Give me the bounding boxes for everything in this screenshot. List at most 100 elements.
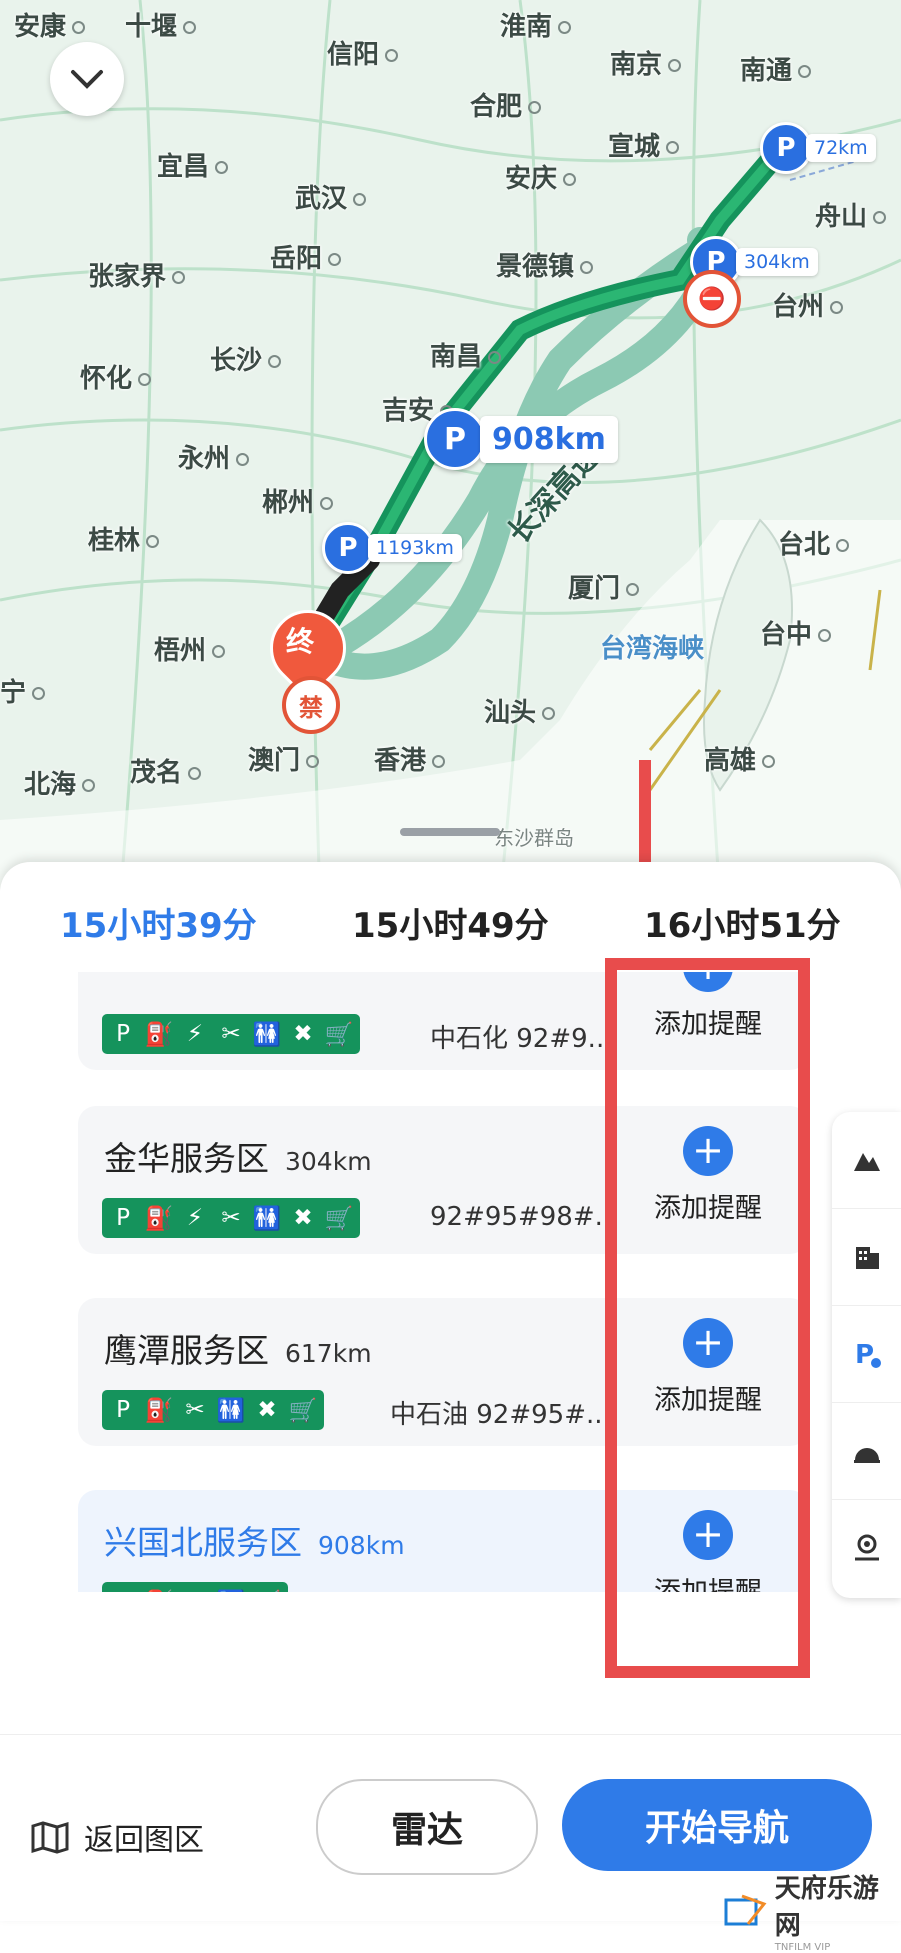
facility-icon: 🛒 (252, 1589, 282, 1593)
back-to-map-label: 返回图区 (84, 1823, 204, 1858)
location-tool[interactable] (832, 1500, 901, 1596)
facility-icon: 🚻 (216, 1589, 246, 1593)
plus-icon: + (683, 1126, 733, 1176)
city-label: 安康 (14, 6, 85, 43)
restriction-icon-2[interactable]: ⛔ (683, 270, 741, 328)
facility-icon: P (116, 1021, 130, 1047)
service-area-card[interactable]: 兴国北服务区 908km P ⛽ ✂ 🚻 🛒 92#95#柴油 + 添加提醒 (78, 1490, 808, 1592)
drag-handle[interactable] (400, 828, 500, 836)
city-label: 梧州 (154, 630, 225, 667)
city-label: 南昌 (430, 336, 501, 373)
facility-icon: ✖ (293, 1021, 313, 1047)
city-label: 信阳 (327, 34, 398, 71)
fuel-types: 中石化 92#9... (430, 1024, 613, 1054)
service-area-card[interactable]: 鹰潭服务区 617km P ⛽ ✂ 🚻 ✖ 🛒 中石油 92#95#... + 添加提醒 (78, 1298, 808, 1446)
facility-icon: ⛽ (144, 1021, 174, 1048)
fuel-types: 92#95#98#... (430, 1202, 620, 1232)
facility-icon: ✖ (257, 1397, 277, 1423)
city-label: 景德镇 (496, 246, 593, 283)
add-reminder-label: 添加提醒 (654, 1009, 762, 1040)
service-area-name: 鹰潭服务区 (104, 1331, 269, 1370)
add-reminder-label: 添加提醒 (654, 1193, 762, 1224)
building-icon (855, 1247, 879, 1269)
plus-icon: + (683, 972, 733, 992)
route-tab[interactable]: 15小时49分 (352, 898, 549, 947)
facility-icons: P ⛽ ⚡ ✂ 🚻 ✖ 🛒 (102, 1198, 360, 1238)
service-stop-pin[interactable]: P 908km (424, 408, 618, 470)
radar-button[interactable]: 雷达 (316, 1779, 538, 1875)
chevron-down-icon (71, 70, 103, 89)
service-area-title: 兴国北服务区 908km (104, 1516, 405, 1564)
destination-marker-label: 终 (286, 625, 315, 658)
service-area-name: 兴国北服务区 (104, 1523, 302, 1562)
terrain-tool[interactable] (832, 1112, 901, 1209)
add-reminder-button[interactable]: + 添加提醒 (618, 972, 798, 1041)
city-label: 舟山 (815, 196, 886, 233)
city-label: 郴州 (262, 482, 333, 519)
city-label: 汕头 (484, 692, 555, 729)
city-label: 北海 (24, 764, 95, 801)
facility-icon: 🛒 (288, 1397, 318, 1424)
facility-icon: ⚡ (186, 1021, 204, 1047)
parking-icon: P (760, 122, 812, 174)
city-label: 台中 (760, 614, 831, 651)
city-label: 宣城 (608, 126, 679, 163)
plus-icon: + (683, 1510, 733, 1560)
side-toolbar: P (832, 1112, 901, 1598)
service-stop-pin[interactable]: P 72km (760, 122, 876, 174)
location-icon (854, 1534, 879, 1561)
service-area-distance: 908km (318, 1531, 405, 1560)
back-to-map-button[interactable]: 返回图区 (30, 1815, 204, 1859)
map-icon (31, 1821, 69, 1854)
facility-icon: 🛒 (324, 1205, 354, 1232)
city-label: 张家界 (88, 256, 185, 293)
facility-icon: 🛒 (324, 1021, 354, 1048)
city-label: 宜昌 (157, 146, 228, 183)
service-area-title: 金华服务区 304km (104, 1132, 372, 1180)
building-tool[interactable] (832, 1209, 901, 1306)
route-tab[interactable]: 15小时39分 (60, 898, 257, 947)
route-tab[interactable]: 16小时51分 (644, 898, 841, 947)
start-navigation-button[interactable]: 开始导航 (562, 1779, 872, 1871)
collapse-button[interactable] (50, 42, 124, 116)
add-reminder-label: 添加提醒 (654, 1385, 762, 1416)
add-reminder-button[interactable]: + 添加提醒 (618, 1510, 798, 1592)
route-map[interactable]: 安康 十堰 淮南 信阳 南京 南通 合肥 宣城 宜昌 安庆 武汉 舟山 岳阳 景德镇 张家界 台州 长沙 南昌 怀化… (0, 0, 901, 900)
speedometer-icon (853, 1448, 880, 1463)
service-area-card[interactable]: P ⛽ ⚡ ✂ 🚻 ✖ 🛒 中石化 92#9... + 添加提醒 (78, 972, 808, 1070)
city-label: 高雄 (704, 740, 775, 777)
city-label: 岳阳 (270, 238, 341, 275)
city-label: 厦门 (568, 568, 639, 605)
service-area-title (104, 972, 120, 987)
service-area-card[interactable]: 金华服务区 304km P ⛽ ⚡ ✂ 🚻 ✖ 🛒 92#95#98#... + 添加提醒 (78, 1106, 808, 1254)
restriction-icon[interactable]: 禁 (282, 676, 340, 734)
island-label: 东沙群岛 (494, 826, 574, 850)
city-label: 茂名 (130, 752, 201, 789)
service-area-title: 鹰潭服务区 617km (104, 1324, 372, 1372)
service-area-distance: 304km (285, 1147, 372, 1176)
fuel-types: 92#95#柴油 (345, 1586, 507, 1592)
facility-icon: ✖ (293, 1205, 313, 1231)
city-label: 十堰 (125, 6, 196, 43)
facility-icon: ✂ (221, 1021, 241, 1047)
city-label: 宁 (0, 672, 45, 709)
city-label: 安庆 (505, 158, 576, 195)
add-reminder-button[interactable]: + 添加提醒 (618, 1126, 798, 1225)
parking-icon: P (424, 408, 486, 470)
parking-icon: P (855, 1340, 881, 1369)
service-stop-pin[interactable]: P 1193km (322, 522, 462, 574)
add-reminder-button[interactable]: + 添加提醒 (618, 1318, 798, 1417)
stop-distance: 908km (480, 415, 618, 463)
facility-icons: P ⛽ ✂ 🚻 🛒 (102, 1582, 288, 1592)
facility-icon: ✂ (221, 1205, 241, 1231)
service-area-list[interactable]: P⛽⚡✂🚻✖🛒中石化 92#9...+添加提醒金华服务区304kmP⛽⚡✂🚻✖🛒… (0, 972, 901, 1592)
parking-tool[interactable]: P (832, 1306, 901, 1403)
facility-icon: ⛽ (144, 1397, 174, 1424)
route-tabs: 15小时39分 15小时49分 16小时51分 (0, 898, 901, 958)
speed-tool[interactable] (832, 1403, 901, 1500)
service-area-name: 金华服务区 (104, 1139, 269, 1178)
facility-icon: P (108, 1589, 138, 1592)
city-label: 台州 (772, 286, 843, 323)
stop-distance: 304km (736, 248, 818, 276)
facility-icons: P ⛽ ✂ 🚻 ✖ 🛒 (102, 1390, 324, 1430)
